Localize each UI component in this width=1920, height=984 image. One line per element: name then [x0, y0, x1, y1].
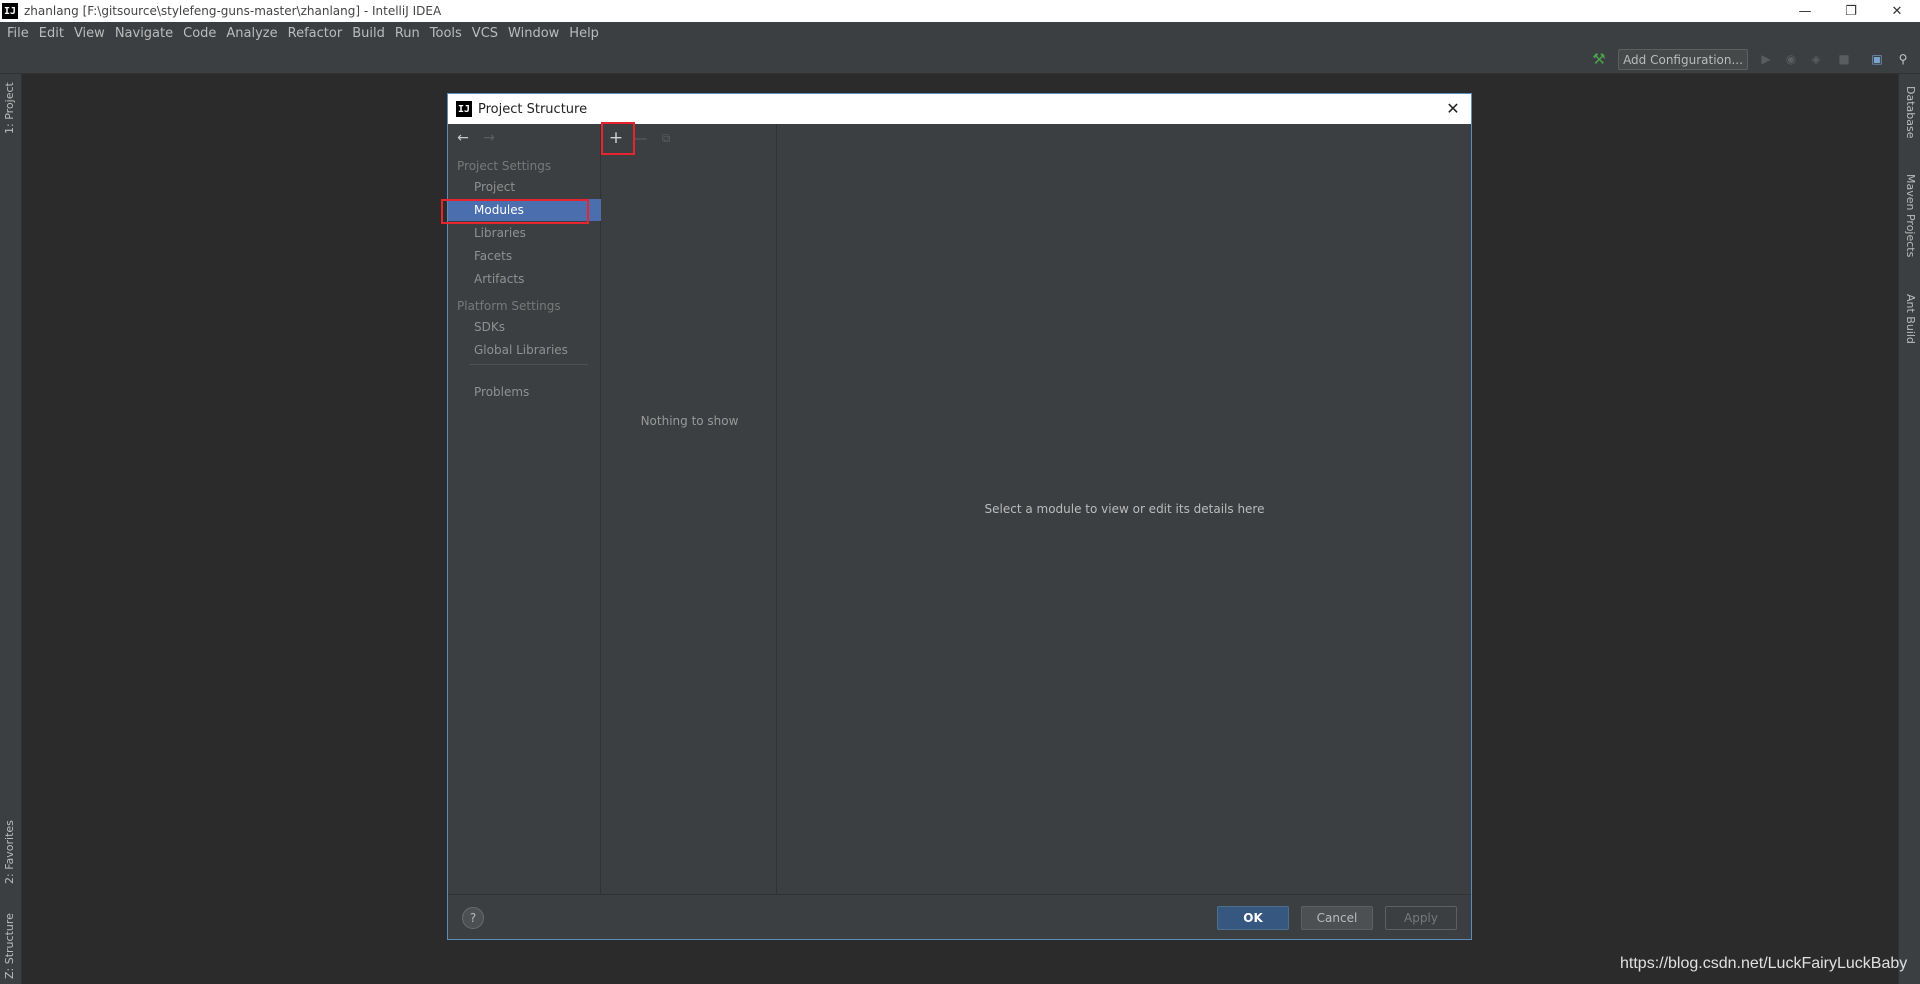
- dialog-footer: ? OK Cancel Apply: [448, 894, 1471, 939]
- menu-analyze[interactable]: Analyze: [221, 26, 282, 41]
- menu-window[interactable]: Window: [503, 26, 564, 41]
- tab-maven-projects[interactable]: Maven Projects: [1904, 174, 1917, 257]
- debug-icon[interactable]: ◉: [1783, 51, 1799, 67]
- project-settings-header: Project Settings: [457, 159, 552, 173]
- modules-highlight-box: [441, 199, 589, 224]
- watermark-text: https://blog.csdn.net/LuckFairyLuckBaby: [1620, 955, 1908, 972]
- window-title: zhanlang [F:\gitsource\stylefeng-guns-ma…: [24, 4, 442, 18]
- ok-button[interactable]: OK: [1217, 906, 1289, 930]
- nav-item-artifacts[interactable]: Artifacts: [448, 268, 601, 290]
- apply-button[interactable]: Apply: [1385, 906, 1457, 930]
- menu-view[interactable]: View: [69, 26, 110, 41]
- menu-bar: File Edit View Navigate Code Analyze Ref…: [0, 22, 1920, 45]
- module-list-empty-text: Nothing to show: [640, 414, 739, 428]
- help-button[interactable]: ?: [462, 907, 484, 929]
- menu-code[interactable]: Code: [178, 26, 221, 41]
- project-structure-dialog: IJ Project Structure ✕ ← → Project Setti…: [447, 93, 1472, 940]
- nav-item-facets[interactable]: Facets: [448, 245, 601, 267]
- menu-vcs[interactable]: VCS: [467, 26, 503, 41]
- tab-structure[interactable]: Z: Structure: [3, 913, 16, 979]
- menu-navigate[interactable]: Navigate: [110, 26, 178, 41]
- menu-edit[interactable]: Edit: [34, 26, 69, 41]
- nav-item-problems[interactable]: Problems: [448, 381, 601, 403]
- window-controls: — ❐ ✕: [1782, 0, 1920, 22]
- right-tool-stripe: Database Maven Projects Ant Build: [1898, 74, 1920, 984]
- tab-database[interactable]: Database: [1904, 86, 1917, 139]
- back-arrow-icon[interactable]: ←: [454, 130, 472, 148]
- coverage-icon[interactable]: ◈: [1808, 51, 1824, 67]
- module-detail-pane: Select a module to view or edit its deta…: [778, 124, 1471, 894]
- dialog-title-bar: IJ Project Structure ✕: [448, 94, 1471, 124]
- restore-icon[interactable]: ❐: [1828, 0, 1874, 22]
- dialog-close-icon[interactable]: ✕: [1443, 99, 1463, 119]
- settings-nav-pane: ← → Project Settings Project Modules Lib…: [448, 124, 601, 894]
- intellij-logo-icon: IJ: [456, 101, 472, 117]
- menu-refactor[interactable]: Refactor: [283, 26, 348, 41]
- add-configuration-button[interactable]: Add Configuration...: [1618, 49, 1748, 70]
- run-icon[interactable]: ▶: [1758, 51, 1774, 67]
- nav-item-project[interactable]: Project: [448, 176, 601, 198]
- build-hammer-icon[interactable]: ⚒: [1590, 50, 1608, 68]
- stop-icon[interactable]: ■: [1836, 51, 1852, 67]
- nav-divider: [470, 364, 588, 365]
- tab-ant-build[interactable]: Ant Build: [1904, 294, 1917, 344]
- nav-item-libraries[interactable]: Libraries: [448, 222, 601, 244]
- nav-item-sdks[interactable]: SDKs: [448, 316, 601, 338]
- copy-icon[interactable]: ⧉: [658, 128, 674, 148]
- left-tool-stripe: 1: Project 2: Favorites Z: Structure: [0, 74, 22, 984]
- nav-item-global-libraries[interactable]: Global Libraries: [448, 339, 601, 361]
- dialog-title: Project Structure: [478, 101, 588, 117]
- menu-build[interactable]: Build: [347, 26, 390, 41]
- search-icon[interactable]: ⚲: [1895, 51, 1911, 67]
- forward-arrow-icon[interactable]: →: [480, 130, 498, 148]
- add-highlight-box: [601, 122, 635, 155]
- menu-help[interactable]: Help: [564, 26, 604, 41]
- minimize-icon[interactable]: —: [1782, 0, 1828, 22]
- cancel-button[interactable]: Cancel: [1301, 906, 1373, 930]
- intellij-logo-icon: IJ: [2, 3, 18, 19]
- tab-project[interactable]: 1: Project: [3, 82, 16, 134]
- main-toolbar: ⚒ Add Configuration... ▶ ◉ ◈ ■ ▣ ⚲: [0, 45, 1920, 74]
- menu-run[interactable]: Run: [390, 26, 425, 41]
- close-icon[interactable]: ✕: [1874, 0, 1920, 22]
- platform-settings-header: Platform Settings: [457, 299, 561, 313]
- window-title-bar: IJ zhanlang [F:\gitsource\stylefeng-guns…: [0, 0, 1920, 22]
- tab-favorites[interactable]: 2: Favorites: [3, 820, 16, 884]
- project-structure-icon[interactable]: ▣: [1869, 51, 1885, 67]
- menu-file[interactable]: File: [2, 26, 34, 41]
- module-detail-empty-text: Select a module to view or edit its deta…: [984, 502, 1265, 516]
- menu-tools[interactable]: Tools: [425, 26, 467, 41]
- module-list-pane: + — ⧉ Nothing to show: [602, 124, 777, 894]
